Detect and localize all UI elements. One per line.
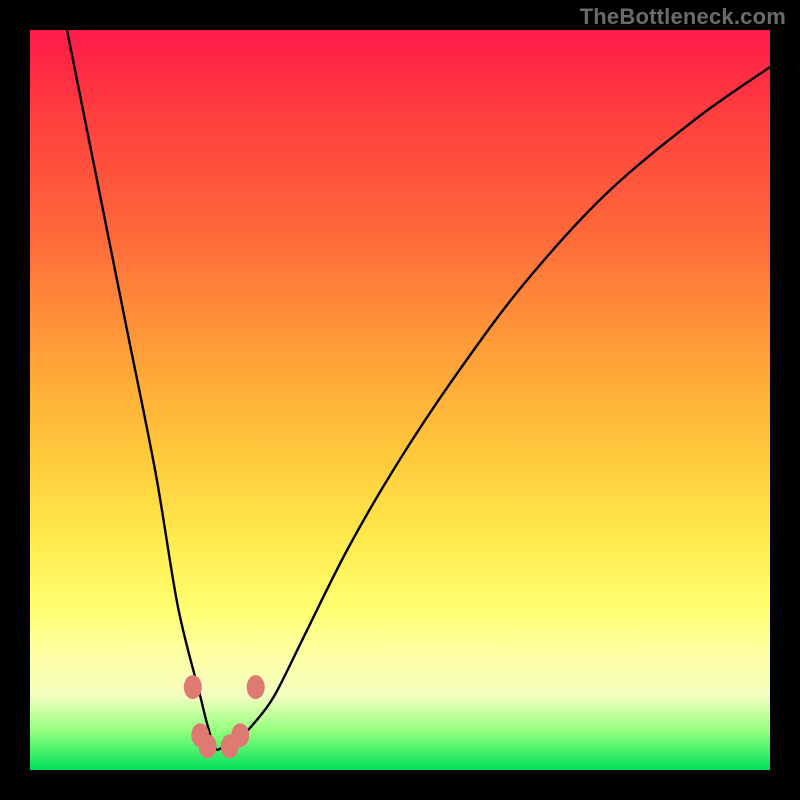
watermark-text: TheBottleneck.com	[580, 4, 786, 30]
bottleneck-curve	[67, 30, 770, 750]
curve-markers	[184, 675, 265, 758]
curve-marker	[231, 723, 249, 747]
curve-marker	[184, 675, 202, 699]
curve-marker	[199, 734, 217, 758]
chart-frame: TheBottleneck.com	[0, 0, 800, 800]
curve-marker	[247, 675, 265, 699]
plot-area	[30, 30, 770, 770]
curve-layer	[30, 30, 770, 770]
